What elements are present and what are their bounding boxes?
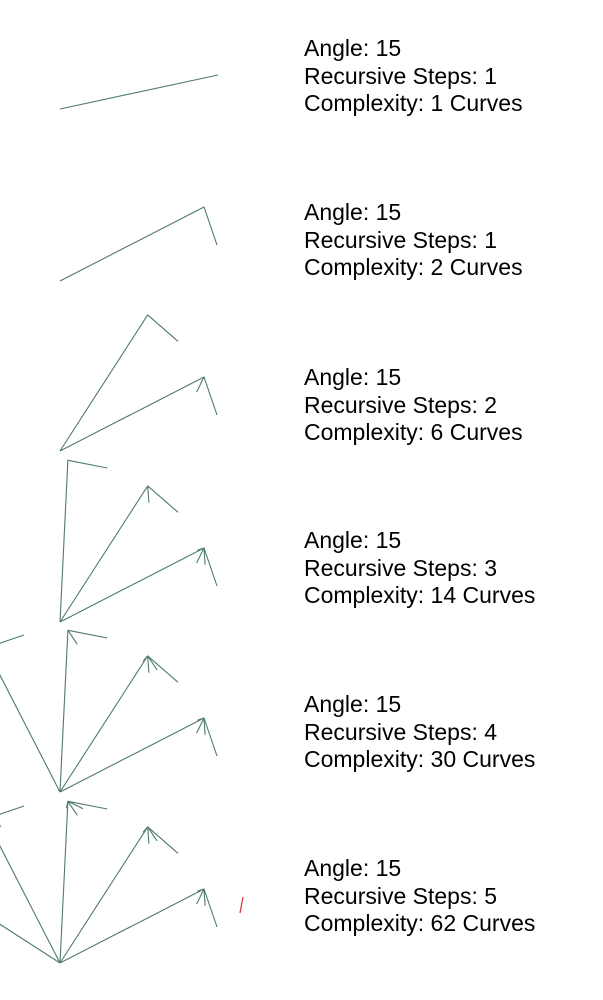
- angle-label: Angle: 15: [304, 527, 402, 553]
- fractal-drawing-5: [0, 629, 218, 793]
- fractal-drawing-1: [59, 74, 219, 110]
- curve-segment-5: [0, 825, 2, 827]
- fractal-drawing-6: [0, 800, 244, 964]
- curve-segment-9: [147, 826, 150, 844]
- panel-6-caption: Angle: 15 Recursive Steps: 5 Complexity:…: [304, 855, 535, 938]
- steps-label: Recursive Steps: 1: [304, 62, 498, 89]
- fractal-drawing-3: [59, 314, 218, 452]
- panel-4-caption: Angle: 15 Recursive Steps: 3 Complexity:…: [304, 527, 535, 610]
- panel-3-caption: Angle: 15 Recursive Steps: 2 Complexity:…: [304, 364, 523, 447]
- fractal-drawing-2: [59, 206, 218, 282]
- curve-segment-1: [59, 826, 179, 964]
- fractal-drawings: [0, 74, 244, 964]
- angle-label: Angle: 15: [304, 199, 402, 225]
- curve-segment-2: [59, 629, 108, 793]
- steps-label: Recursive Steps: 4: [304, 718, 498, 745]
- steps-label: Recursive Steps: 2: [304, 391, 498, 418]
- angle-label: Angle: 15: [304, 35, 402, 61]
- steps-label: Recursive Steps: 3: [304, 554, 498, 581]
- curve-segment-2: [59, 800, 108, 964]
- steps-label: Recursive Steps: 5: [304, 882, 498, 909]
- complexity-label: Complexity: 14 Curves: [304, 582, 536, 608]
- panel-2-caption: Angle: 15 Recursive Steps: 1 Complexity:…: [304, 199, 523, 282]
- complexity-label: Complexity: 30 Curves: [304, 746, 536, 772]
- angle-label: Angle: 15: [304, 855, 402, 881]
- curve-segment-3: [0, 634, 61, 793]
- curve-segment-0: [59, 74, 219, 110]
- fractal-drawing-4: [59, 459, 218, 623]
- panel-1-caption: Angle: 15 Recursive Steps: 1 Complexity:…: [304, 35, 523, 118]
- complexity-label: Complexity: 2 Curves: [304, 254, 523, 280]
- complexity-label: Complexity: 1 Curves: [304, 90, 523, 116]
- fractal-figure: Angle: 15 Recursive Steps: 1 Complexity:…: [0, 0, 603, 1000]
- curve-segment-1: [59, 655, 179, 793]
- curve-segment-1: [59, 485, 179, 623]
- angle-label: Angle: 15: [304, 364, 402, 390]
- curve-segment-5: [147, 655, 150, 673]
- curve-segment-2: [59, 459, 108, 623]
- complexity-label: Complexity: 6 Curves: [304, 419, 523, 445]
- steps-label: Recursive Steps: 1: [304, 226, 498, 253]
- complexity-label: Complexity: 62 Curves: [304, 910, 536, 936]
- curve-segment-0: [59, 206, 218, 282]
- curve-segment-3: [0, 805, 61, 964]
- curve-segment-1: [59, 314, 179, 452]
- highlight-segment: [239, 896, 244, 914]
- angle-label: Angle: 15: [304, 691, 402, 717]
- curve-segment-3: [147, 485, 150, 503]
- panel-5-caption: Angle: 15 Recursive Steps: 4 Complexity:…: [304, 691, 535, 774]
